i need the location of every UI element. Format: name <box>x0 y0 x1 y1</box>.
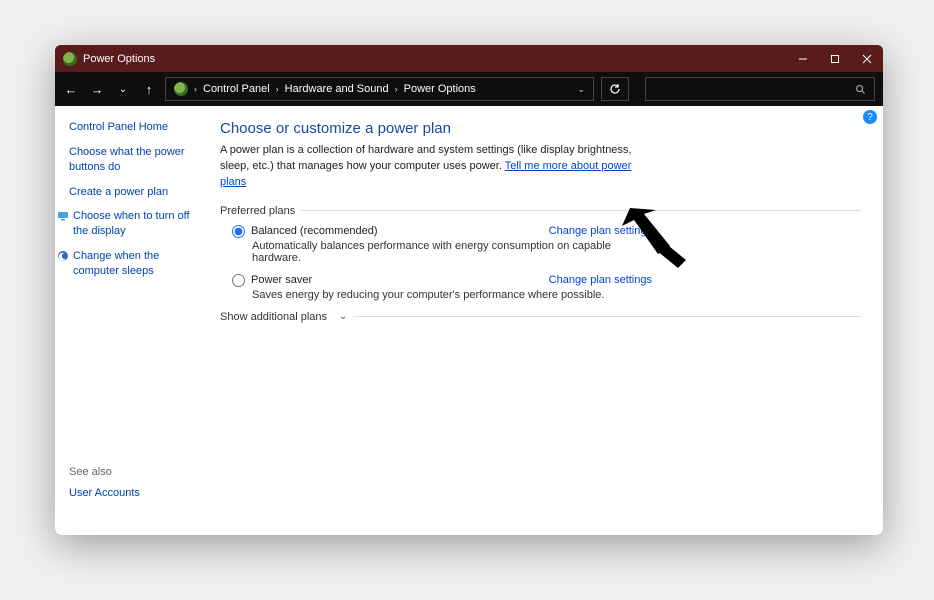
titlebar: Power Options <box>55 45 883 72</box>
breadcrumb-icon <box>174 82 188 96</box>
preferred-plans-label: Preferred plans <box>220 205 861 217</box>
chevron-right-icon: › <box>395 84 398 94</box>
back-button[interactable]: ← <box>63 82 79 97</box>
breadcrumb[interactable]: › Control Panel › Hardware and Sound › P… <box>165 77 594 101</box>
power-plan-powersaver: Power saver Change plan settings Saves e… <box>232 274 652 301</box>
search-icon <box>855 84 866 95</box>
recent-dropdown-icon[interactable]: ⌄ <box>115 84 131 95</box>
chevron-right-icon: › <box>194 84 197 94</box>
sidebar: Control Panel Home Choose what the power… <box>55 106 200 535</box>
window-controls <box>787 45 883 72</box>
main-panel: ? Choose or customize a power plan A pow… <box>200 106 883 535</box>
breadcrumb-item[interactable]: Control Panel <box>203 83 270 95</box>
plan-name: Balanced (recommended) <box>251 225 378 237</box>
change-plan-link[interactable]: Change plan settings <box>549 274 652 286</box>
sidebar-link[interactable]: Choose when to turn off the display <box>73 209 200 239</box>
chevron-down-icon: ⌄ <box>333 311 347 322</box>
plan-radio-balanced[interactable]: Balanced (recommended) <box>232 225 549 238</box>
see-also-link[interactable]: User Accounts <box>69 486 200 501</box>
up-button[interactable]: ↑ <box>141 82 157 97</box>
minimize-button[interactable] <box>787 45 819 72</box>
see-also-label: See also <box>69 466 200 478</box>
chevron-down-icon[interactable]: ⌄ <box>577 84 585 95</box>
sleep-icon <box>57 250 69 262</box>
radio-input[interactable] <box>232 274 245 287</box>
page-title: Choose or customize a power plan <box>220 120 861 137</box>
plan-name: Power saver <box>251 274 312 286</box>
sidebar-link[interactable]: Create a power plan <box>69 185 200 200</box>
app-icon <box>63 52 77 66</box>
display-icon <box>57 210 69 222</box>
search-input[interactable] <box>645 77 875 101</box>
radio-input[interactable] <box>232 225 245 238</box>
breadcrumb-item[interactable]: Power Options <box>404 83 476 95</box>
plan-description: Saves energy by reducing your computer's… <box>252 289 652 301</box>
refresh-button[interactable] <box>601 77 629 101</box>
close-button[interactable] <box>851 45 883 72</box>
page-description: A power plan is a collection of hardware… <box>220 143 660 191</box>
content-area: Control Panel Home Choose what the power… <box>55 106 883 535</box>
window-title: Power Options <box>83 53 155 65</box>
power-plan-balanced: Balanced (recommended) Change plan setti… <box>232 225 652 264</box>
sidebar-link[interactable]: Change when the computer sleeps <box>73 249 200 279</box>
show-additional-plans[interactable]: Show additional plans ⌄ <box>220 311 861 323</box>
chevron-right-icon: › <box>276 84 279 94</box>
plan-description: Automatically balances performance with … <box>252 240 652 264</box>
help-icon[interactable]: ? <box>863 110 877 124</box>
plan-radio-powersaver[interactable]: Power saver <box>232 274 549 287</box>
sidebar-home-link[interactable]: Control Panel Home <box>69 120 200 135</box>
breadcrumb-item[interactable]: Hardware and Sound <box>285 83 389 95</box>
sidebar-link[interactable]: Choose what the power buttons do <box>69 145 200 175</box>
window: Power Options ← → ⌄ ↑ › Control Panel › <box>55 45 883 535</box>
maximize-button[interactable] <box>819 45 851 72</box>
change-plan-link[interactable]: Change plan settings <box>549 225 652 237</box>
forward-button[interactable]: → <box>89 82 105 97</box>
toolbar: ← → ⌄ ↑ › Control Panel › Hardware and S… <box>55 72 883 106</box>
